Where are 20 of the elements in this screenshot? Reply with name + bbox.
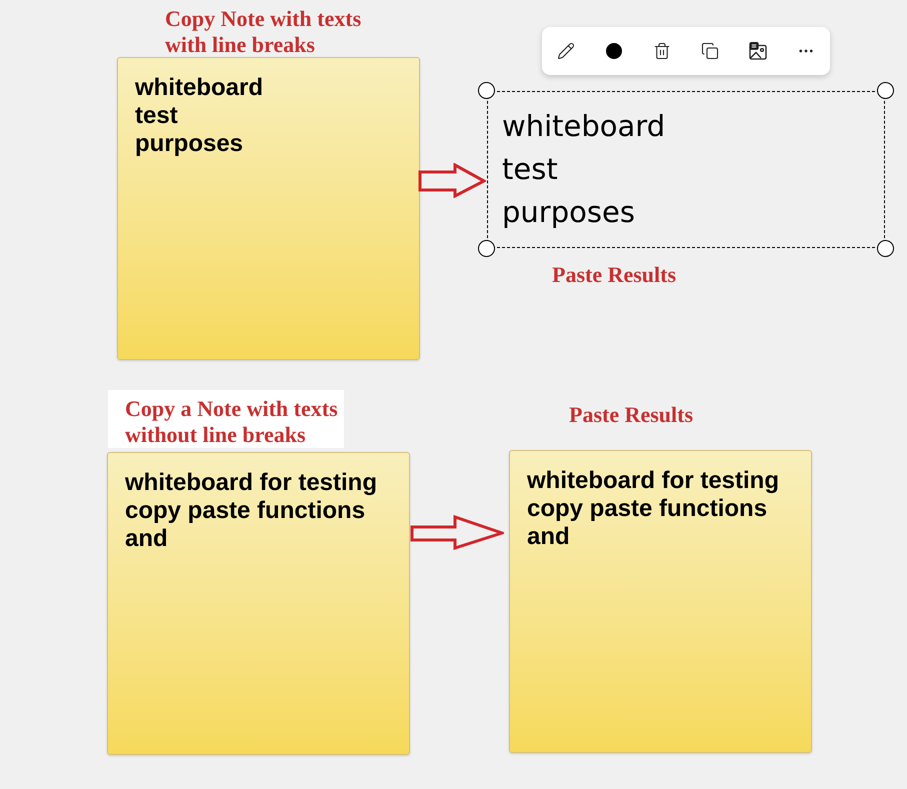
caption-text: Copy Note with texts with line breaks bbox=[164, 5, 362, 58]
copy-icon[interactable] bbox=[701, 42, 719, 60]
trash-icon[interactable] bbox=[653, 42, 671, 60]
caption-text: Copy a Note with texts without line breaks bbox=[108, 390, 344, 448]
resize-handle[interactable] bbox=[877, 82, 894, 99]
pencil-icon[interactable] bbox=[557, 42, 575, 60]
resize-handle[interactable] bbox=[478, 240, 495, 257]
result-label: Paste Results bbox=[569, 402, 694, 428]
pasted-text: whiteboard test purposes bbox=[502, 108, 666, 231]
note-text: whiteboard test purposes bbox=[135, 74, 264, 158]
image-with-card-icon[interactable] bbox=[749, 42, 767, 60]
result-label: Paste Results bbox=[552, 262, 676, 288]
pasted-sticky-note[interactable]: whiteboard for testing copy paste functions and bbox=[509, 450, 812, 753]
sticky-note[interactable]: whiteboard for testing copy paste functions and bbox=[107, 452, 410, 755]
outline-arrow bbox=[418, 163, 486, 198]
note-text: whiteboard for testing copy paste functions and bbox=[527, 467, 780, 551]
sticky-note[interactable]: whiteboard test purposes bbox=[117, 57, 420, 360]
resize-handle[interactable] bbox=[478, 82, 495, 99]
note-text: whiteboard for testing copy paste functions and bbox=[125, 469, 378, 553]
resize-handle[interactable] bbox=[877, 240, 894, 257]
